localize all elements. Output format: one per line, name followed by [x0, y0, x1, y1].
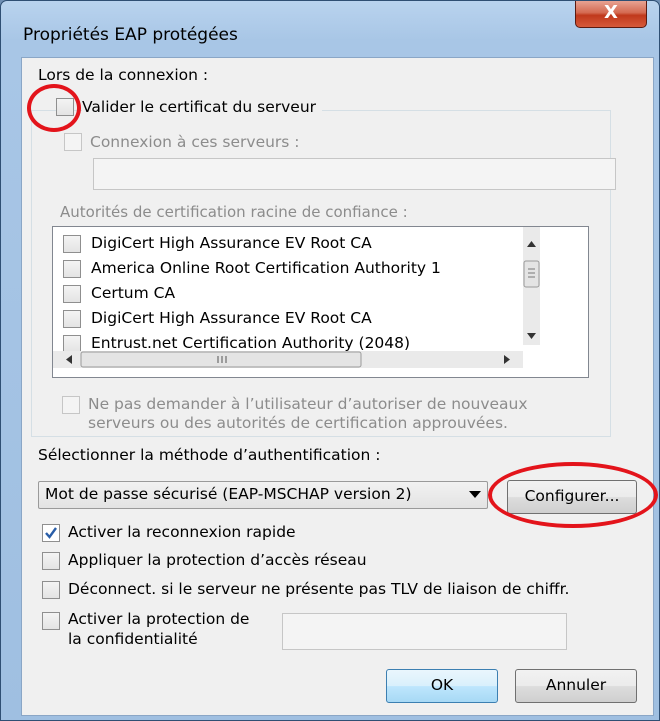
cert-checkbox[interactable]: [63, 260, 81, 278]
title-bar[interactable]: Propriétés EAP protégées X: [1, 1, 659, 45]
fast-reconnect-checkbox[interactable]: [42, 524, 60, 542]
horizontal-scrollbar[interactable]: [53, 351, 523, 368]
cert-name: DigiCert High Assurance EV Root CA: [91, 309, 372, 327]
connection-label: Lors de la connexion :: [38, 66, 209, 84]
trusted-roots-label: Autorités de certification racine de con…: [60, 203, 408, 221]
scroll-left-arrow-icon[interactable]: [66, 355, 72, 364]
privacy-label-line2: la confidentialité: [68, 630, 198, 648]
cert-name: DigiCert High Assurance EV Root CA: [91, 234, 372, 252]
fast-reconnect-label: Activer la reconnexion rapide: [68, 523, 296, 541]
disconnect-tlv-checkbox[interactable]: [42, 581, 60, 599]
scroll-down-arrow-icon[interactable]: [527, 333, 536, 339]
cert-checkbox[interactable]: [63, 235, 81, 253]
checkmark-icon: [45, 527, 57, 539]
cancel-button[interactable]: Annuler: [515, 669, 637, 703]
scroll-right-arrow-icon[interactable]: [504, 355, 510, 364]
window-title: Propriétés EAP protégées: [23, 25, 238, 45]
auth-method-label: Sélectionner la méthode d’authentificati…: [38, 446, 381, 464]
close-button[interactable]: X: [575, 1, 647, 28]
horizontal-scrollbar-graphics: [66, 351, 510, 368]
ok-button[interactable]: OK: [386, 669, 498, 703]
validate-cert-label: Valider le certificat du serveur: [82, 98, 323, 116]
connect-servers-label: Connexion à ces serveurs :: [90, 133, 300, 151]
scroll-up-arrow-icon[interactable]: [527, 241, 536, 247]
cert-name: Certum CA: [91, 284, 176, 302]
chevron-down-icon: [469, 491, 481, 498]
auth-method-dropdown[interactable]: Mot de passe sécurisé (EAP-MSCHAP versio…: [38, 481, 488, 509]
auth-method-value: Mot de passe sécurisé (EAP-MSCHAP versio…: [45, 485, 412, 503]
privacy-label-line1: Activer la protection de: [68, 610, 250, 628]
privacy-identity-input[interactable]: [282, 613, 567, 650]
connect-servers-checkbox[interactable]: [64, 133, 82, 151]
cert-checkbox[interactable]: [63, 310, 81, 328]
horizontal-scroll-thumb[interactable]: [80, 351, 362, 368]
cert-name: Entrust.net Certification Authority (204…: [91, 334, 411, 352]
highlight-circle-validate-cert: [27, 84, 81, 132]
cert-checkbox[interactable]: [63, 285, 81, 303]
vertical-scrollbar-graphics: [523, 241, 540, 339]
vertical-scroll-thumb[interactable]: [523, 260, 540, 288]
cert-name: America Online Root Certification Author…: [91, 259, 441, 277]
no-prompt-checkbox[interactable]: [62, 396, 80, 414]
vertical-scrollbar[interactable]: [523, 227, 540, 345]
nap-checkbox[interactable]: [42, 552, 60, 570]
servers-input[interactable]: [93, 158, 616, 190]
privacy-checkbox[interactable]: [42, 612, 60, 630]
highlight-circle-configure: [488, 462, 658, 528]
no-prompt-label-line1: Ne pas demander à l’utilisateur d’autori…: [88, 395, 528, 413]
disconnect-tlv-label: Déconnect. si le serveur ne présente pas…: [68, 580, 570, 598]
no-prompt-label-line2: serveurs ou des autorités de certificati…: [88, 414, 508, 432]
nap-label: Appliquer la protection d’accès réseau: [68, 551, 367, 569]
